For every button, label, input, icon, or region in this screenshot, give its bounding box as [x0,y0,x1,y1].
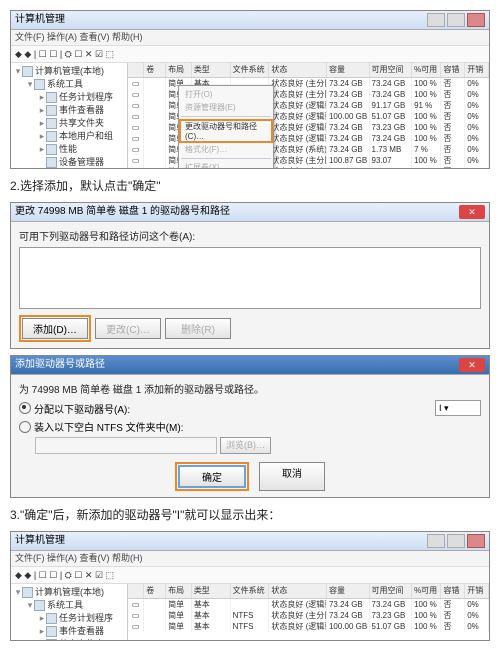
nav-tree[interactable]: ▾计算机管理(本地) ▾系统工具 ▸任务计划程序 ▸事件查看器 ▸共享文件夹 [11,584,128,640]
change-button: 更改(C)… [95,318,161,339]
nav-tree[interactable]: ▾计算机管理(本地) ▾系统工具 ▸任务计划程序 ▸事件查看器 ▸共享文件夹 ▸… [11,63,128,168]
computer-management-window-2: 计算机管理 文件(F) 操作(A) 查看(V) 帮助(H) ◆ ◆ | ☐ ☐ … [10,531,490,641]
close-icon[interactable]: ✕ [459,358,485,372]
folder-path-input [35,437,217,454]
radio-assign-letter[interactable] [19,402,31,414]
window-controls[interactable] [427,13,485,27]
computer-management-window: 计算机管理 文件(F) 操作(A) 查看(V) 帮助(H) ◆ ◆ | ☐ ☐ … [10,10,490,169]
step-2-text: 2.选择添加，默认点击"确定" [10,177,490,194]
context-menu[interactable]: 打开(O) 资源管理器(E) 更改驱动器号和路径(C)… 格式化(F)… 扩展卷… [178,85,274,168]
titlebar: 计算机管理 [11,532,489,551]
ctx-open: 打开(O) [179,88,273,101]
radio2-label: 装入以下空白 NTFS 文件夹中(M): [34,419,183,434]
window-title: 计算机管理 [15,11,65,29]
add-drive-letter-dialog: 添加驱动器号或路径 ✕ 为 74998 MB 简单卷 磁盘 1 添加新的驱动器号… [10,355,490,498]
ctx-change-drive-letter[interactable]: 更改驱动器号和路径(C)… [179,119,273,143]
dialog1-title: 更改 74998 MB 简单卷 磁盘 1 的驱动器号和路径 [15,203,230,221]
titlebar: 计算机管理 [11,11,489,30]
table-row[interactable]: ▭简单基本NTFS状态良好 (主分区)73.24 GB73.23 GB100 %… [128,610,489,621]
volume-table[interactable]: 卷 布局 类型 文件系统 状态 容量 可用空间 %可用 容错 开销 ▭简单基本状… [128,584,489,640]
radio-mount-folder[interactable] [19,421,31,433]
ok-button[interactable]: 确定 [178,465,246,488]
ctx-extend: 扩展卷(X)… [179,161,273,168]
dialog2-title: 添加驱动器号或路径 [15,356,105,374]
table-row[interactable]: ▭简单基本状态良好 (逻辑驱动器)73.24 GB73.24 GB100 %否0… [128,599,489,610]
volume-table[interactable]: 卷 布局 类型 文件系统 状态 容量 可用空间 %可用 容错 开销 ▭简单基本状… [128,63,489,168]
add-button[interactable]: 添加(D)… [22,318,88,339]
dialog1-text: 可用下列驱动器号和路径访问这个卷(A): [19,228,481,243]
dialog2-titlebar: 添加驱动器号或路径 ✕ [11,356,489,375]
dialog1-titlebar: 更改 74998 MB 简单卷 磁盘 1 的驱动器号和路径 ✕ [11,203,489,222]
toolbar[interactable]: ◆ ◆ | ☐ ☐ | ⛭ ☐ ✕ ☑ ⬚ [11,567,489,584]
browse-button: 浏览(B)… [220,437,271,454]
path-listbox[interactable] [19,247,481,309]
table-row[interactable]: ▭简单基本NTFS状态良好 (逻辑驱动器)100.00 GB51.07 GB10… [128,621,489,632]
ctx-explorer: 资源管理器(E) [179,101,273,114]
change-drive-letter-dialog: 更改 74998 MB 简单卷 磁盘 1 的驱动器号和路径 ✕ 可用下列驱动器号… [10,202,490,349]
window-title: 计算机管理 [15,532,65,550]
menubar[interactable]: 文件(F) 操作(A) 查看(V) 帮助(H) [11,30,489,46]
cancel-button[interactable]: 取消 [259,462,325,491]
drive-letter-select[interactable]: I ▾ [435,400,481,416]
dialog2-header: 为 74998 MB 简单卷 磁盘 1 添加新的驱动器号或路径。 [19,381,481,396]
ctx-format: 格式化(F)… [179,143,273,156]
step-3-text: 3."确定"后，新添加的驱动器号"I"就可以显示出来： [10,506,490,523]
close-icon[interactable]: ✕ [459,205,485,219]
remove-button: 删除(R) [165,318,231,339]
radio1-label: 分配以下驱动器号(A): [34,401,130,416]
toolbar[interactable]: ◆ ◆ | ☐ ☐ | ⛭ ☐ ✕ ☑ ⬚ [11,46,489,63]
window-controls[interactable] [427,534,485,548]
